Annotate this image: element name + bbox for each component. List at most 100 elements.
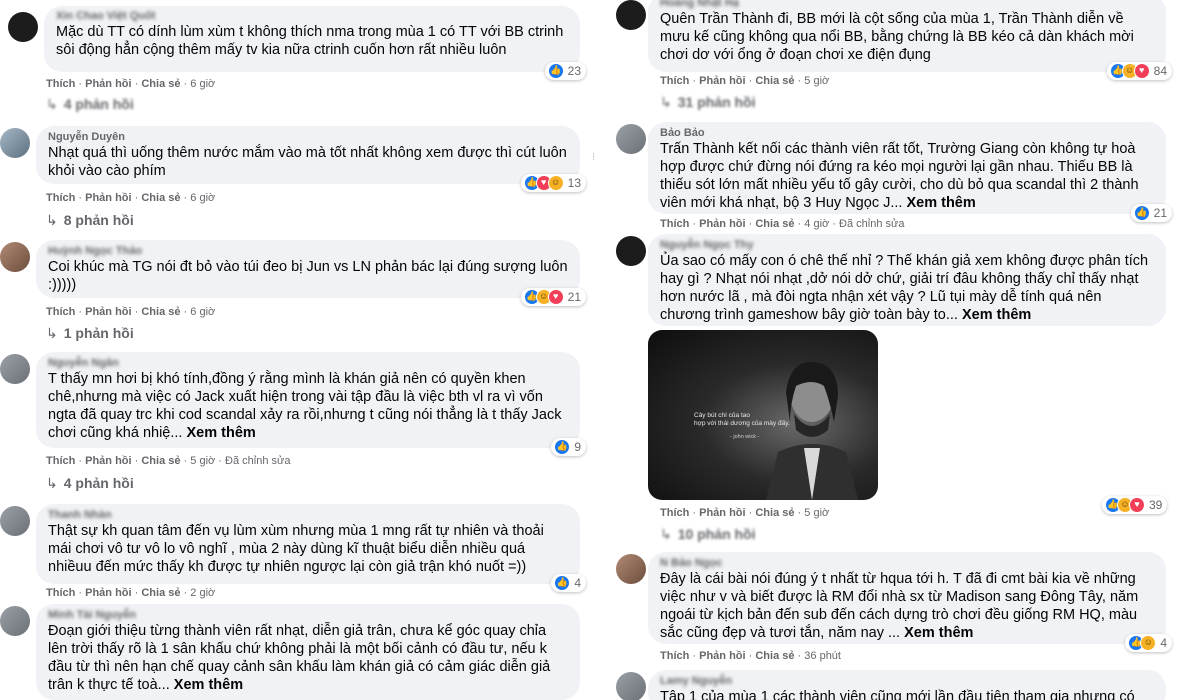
reply-arrow-icon: ↳: [46, 475, 58, 491]
comment-text-wrap: Đoạn giới thiệu từng thành viên rất nhạt…: [48, 622, 568, 694]
reaction-summary[interactable]: 👍 ☺ ♥ 84: [1106, 62, 1172, 80]
comment-author[interactable]: Nguyễn Duyên: [48, 130, 568, 144]
view-replies-link[interactable]: ↳ 8 phản hồi: [46, 212, 134, 229]
comment-time[interactable]: 5 giờ: [190, 455, 215, 467]
like-action[interactable]: Thích: [660, 75, 689, 87]
reply-arrow-icon: ↳: [660, 94, 672, 110]
reaction-summary[interactable]: 👍 ☺ ♥ 21: [520, 288, 586, 306]
comment-author[interactable]: Minh Tài Nguyễn: [48, 608, 568, 622]
love-icon: ♥: [1129, 497, 1145, 513]
comment-bubble: Nguyễn Ngọc Thy Ủa sao có mấy con ó chê …: [648, 234, 1166, 326]
avatar[interactable]: [8, 12, 38, 42]
comment-time[interactable]: 4 giờ: [804, 218, 829, 230]
see-more-link[interactable]: Xem thêm: [186, 425, 255, 441]
reaction-summary[interactable]: 👍 9: [551, 438, 586, 456]
comment-text: Quên Trần Thành đi, BB mới là cột sống c…: [660, 11, 1134, 63]
like-action[interactable]: Thích: [46, 78, 75, 90]
like-action[interactable]: Thích: [46, 192, 75, 204]
comment-author[interactable]: Nguyễn Ngọc Thy: [660, 238, 1154, 252]
comment-author[interactable]: Bảo Bảo: [660, 126, 1154, 140]
avatar[interactable]: [0, 242, 30, 272]
comment-photo[interactable]: Cây bút chì của tao hợp với thái dương c…: [648, 330, 878, 500]
see-more-link[interactable]: Xem thêm: [174, 677, 243, 693]
reply-action[interactable]: Phản hồi: [85, 455, 131, 467]
reply-action[interactable]: Phản hồi: [699, 75, 745, 87]
share-action[interactable]: Chia sẻ: [141, 587, 180, 599]
like-action[interactable]: Thích: [46, 455, 75, 467]
collapse-icon[interactable]: ⁝: [592, 152, 595, 163]
view-replies-link[interactable]: ↳ 1 phản hồi: [46, 325, 134, 342]
avatar[interactable]: [0, 606, 30, 636]
comment-time[interactable]: 6 giờ: [190, 306, 215, 318]
comment-time[interactable]: 6 giờ: [190, 78, 215, 90]
share-action[interactable]: Chia sẻ: [141, 306, 180, 318]
reply-action[interactable]: Phản hồi: [699, 218, 745, 230]
comment-text: Nhạt quá thì uống thêm nước mắm vào mà t…: [48, 145, 567, 179]
avatar[interactable]: [616, 0, 646, 30]
comment-author[interactable]: N Bảo Ngọc: [660, 556, 1154, 570]
avatar[interactable]: [616, 236, 646, 266]
share-action[interactable]: Chia sẻ: [755, 218, 794, 230]
reply-action[interactable]: Phản hồi: [85, 192, 131, 204]
reply-action[interactable]: Phản hồi: [699, 650, 745, 662]
view-replies-link[interactable]: ↳ 4 phản hồi: [46, 475, 134, 492]
view-replies-link[interactable]: ↳ 4 phản hồi: [46, 96, 134, 113]
comment-actions: Thích · Phản hồi · Chia sẻ · 6 giờ: [46, 192, 216, 204]
reaction-summary[interactable]: 👍 23: [544, 62, 586, 80]
comment-text: Đây là cái bài nói đúng ý t nhất từ hqua…: [660, 571, 1139, 641]
comment-time[interactable]: 6 giờ: [190, 192, 215, 204]
photo-credit: - john wick -: [730, 434, 760, 440]
reply-action[interactable]: Phản hồi: [85, 587, 131, 599]
see-more-link[interactable]: Xem thêm: [904, 625, 973, 641]
see-more-link[interactable]: Xem thêm: [906, 195, 975, 211]
like-action[interactable]: Thích: [660, 650, 689, 662]
like-action[interactable]: Thích: [660, 507, 689, 519]
reaction-summary[interactable]: 👍 ♥ ☺ 13: [520, 174, 586, 192]
reply-action[interactable]: Phản hồi: [699, 507, 745, 519]
comment-time[interactable]: 5 giờ: [804, 507, 829, 519]
comment-author[interactable]: Nguyễn Ngân: [48, 356, 568, 370]
comment-bubble: Hoàng Nhật Hạ Quên Trần Thành đi, BB mới…: [648, 0, 1172, 80]
share-action[interactable]: Chia sẻ: [755, 507, 794, 519]
comment-bubble: Xin Chao Việt Quốt Mặc dù TT có dính lùm…: [44, 6, 586, 80]
like-icon: 👍: [554, 439, 571, 455]
reaction-summary[interactable]: 👍 21: [1130, 204, 1172, 222]
share-action[interactable]: Chia sẻ: [755, 75, 794, 87]
reaction-summary[interactable]: 👍 ☺ 4: [1125, 634, 1172, 652]
comment-actions: Thích · Phản hồi · Chia sẻ · 5 giờ: [660, 507, 830, 519]
comment-time[interactable]: 2 giờ: [190, 587, 215, 599]
comment-text-wrap: Ủa sao có mấy con ó chê thế nhỉ ? Thế kh…: [660, 252, 1154, 324]
reaction-count: 4: [574, 576, 581, 590]
comment-time[interactable]: 36 phút: [804, 650, 841, 662]
view-replies-link[interactable]: ↳ 31 phản hồi: [660, 94, 756, 111]
avatar[interactable]: [616, 124, 646, 154]
share-action[interactable]: Chia sẻ: [141, 78, 180, 90]
avatar[interactable]: [0, 354, 30, 384]
like-action[interactable]: Thích: [660, 218, 689, 230]
comment-bubble: Huỳnh Ngọc Thảo Coi khúc mà TG nói đt bỏ…: [36, 240, 586, 306]
comment-author[interactable]: Lamy Nguyễn: [660, 674, 1154, 688]
comment-author[interactable]: Hoàng Nhật Hạ: [660, 0, 1154, 10]
share-action[interactable]: Chia sẻ: [141, 455, 180, 467]
avatar[interactable]: [0, 506, 30, 536]
comment-author[interactable]: Huỳnh Ngọc Thảo: [48, 244, 568, 258]
see-more-link[interactable]: Xem thêm: [962, 307, 1031, 323]
comment-author[interactable]: Xin Chao Việt Quốt: [56, 9, 568, 23]
avatar[interactable]: [0, 128, 30, 158]
reply-action[interactable]: Phản hồi: [85, 78, 131, 90]
comment-actions: Thích · Phản hồi · Chia sẻ · 2 giờ: [46, 587, 216, 599]
comment-author[interactable]: Thanh Nhàn: [48, 508, 568, 522]
like-action[interactable]: Thích: [46, 306, 75, 318]
comment-text: Mặc dù TT có dính lùm xùm t không thích …: [56, 24, 564, 58]
reaction-count: 9: [574, 440, 581, 454]
share-action[interactable]: Chia sẻ: [755, 650, 794, 662]
like-action[interactable]: Thích: [46, 587, 75, 599]
avatar[interactable]: [616, 554, 646, 584]
share-action[interactable]: Chia sẻ: [141, 192, 180, 204]
reaction-summary[interactable]: 👍 ☺ ♥ 39: [1102, 496, 1168, 514]
view-replies-link[interactable]: ↳ 10 phản hồi: [660, 526, 756, 543]
avatar[interactable]: [616, 672, 646, 700]
reply-action[interactable]: Phản hồi: [85, 306, 131, 318]
comment-time[interactable]: 5 giờ: [804, 75, 829, 87]
reaction-summary[interactable]: 👍 4: [551, 574, 586, 592]
